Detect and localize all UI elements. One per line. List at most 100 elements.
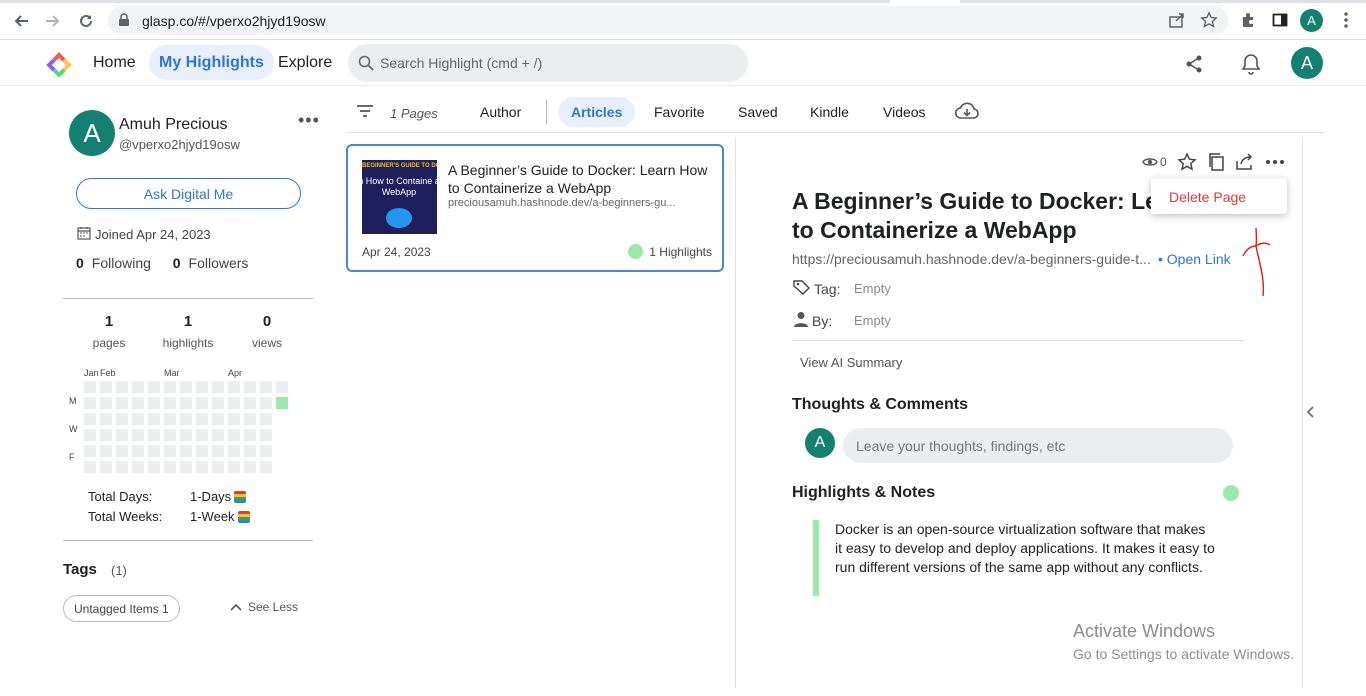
delete-page-menu-item[interactable]: Delete Page bbox=[1169, 189, 1246, 205]
nav-my-highlights[interactable]: My Highlights bbox=[149, 45, 274, 80]
heatmap-cell bbox=[132, 461, 144, 473]
heatmap-cell bbox=[132, 429, 144, 441]
stat-pages: 1 pages bbox=[89, 313, 129, 350]
total-days-label: Total Days: bbox=[88, 489, 153, 504]
tag-icon bbox=[793, 279, 811, 298]
heatmap-cell bbox=[212, 381, 224, 393]
article-card[interactable]: BEGINNER'S GUIDE TO DOCKER n How to Cont… bbox=[346, 144, 724, 272]
more-options-icon[interactable] bbox=[1265, 159, 1285, 165]
page-options-menu: Delete Page bbox=[1151, 178, 1287, 214]
browser-menu-icon[interactable] bbox=[1334, 8, 1358, 32]
tag-label: Tag: bbox=[814, 280, 841, 297]
filter-icon[interactable] bbox=[356, 104, 374, 123]
heatmap-cell bbox=[244, 413, 256, 425]
comment-input[interactable]: Leave your thoughts, findings, etc bbox=[843, 428, 1233, 463]
highlight-text[interactable]: Docker is an open-source virtualization … bbox=[835, 520, 1215, 577]
app-header: Home My Highlights Explore Search Highli… bbox=[0, 40, 1366, 86]
search-input[interactable]: Search Highlight (cmd + /) bbox=[348, 44, 748, 82]
side-panel-icon[interactable] bbox=[1268, 8, 1292, 32]
heatmap-cell bbox=[196, 429, 208, 441]
active-tab[interactable] bbox=[890, 0, 960, 3]
panel-divider bbox=[735, 138, 736, 688]
address-bar[interactable]: glasp.co/#/vperxo2hjyd19osw bbox=[108, 6, 1228, 35]
copy-icon[interactable] bbox=[1207, 152, 1225, 172]
followers-link[interactable]: Followers bbox=[189, 255, 249, 271]
collapse-panel-icon[interactable] bbox=[1306, 405, 1314, 421]
heatmap-cell bbox=[212, 397, 224, 409]
back-icon[interactable] bbox=[10, 10, 32, 32]
notification-bell-icon[interactable] bbox=[1239, 52, 1263, 76]
tab-author[interactable]: Author bbox=[467, 97, 534, 127]
tab-articles[interactable]: Articles bbox=[558, 97, 636, 127]
see-less-toggle[interactable]: See Less bbox=[230, 600, 298, 614]
pages-count: 1 Pages bbox=[390, 106, 438, 121]
heatmap-cell bbox=[100, 445, 112, 457]
highlight-color-dot[interactable] bbox=[1223, 485, 1239, 501]
tab-favorite[interactable]: Favorite bbox=[641, 97, 718, 127]
nav-explore[interactable]: Explore bbox=[268, 45, 342, 80]
view-ai-summary-button[interactable]: View AI Summary bbox=[800, 355, 902, 370]
heatmap-cell bbox=[228, 429, 240, 441]
heatmap-cell bbox=[100, 429, 112, 441]
heatmap-cell bbox=[260, 461, 272, 473]
docker-whale-icon bbox=[386, 208, 412, 228]
tag-chip-untagged[interactable]: Untagged Items 1 bbox=[63, 595, 180, 622]
glasp-logo[interactable] bbox=[44, 50, 74, 80]
cloud-download-icon[interactable] bbox=[954, 102, 979, 125]
total-weeks-value: 1-Week bbox=[190, 509, 235, 524]
heatmap-cell bbox=[148, 381, 160, 393]
heatmap-cell bbox=[84, 429, 96, 441]
address-url: glasp.co/#/vperxo2hjyd19osw bbox=[142, 13, 326, 29]
heatmap-cell bbox=[84, 397, 96, 409]
following-link[interactable]: Following bbox=[92, 255, 151, 271]
highlight-bar bbox=[813, 520, 819, 596]
tab-videos[interactable]: Videos bbox=[870, 97, 939, 127]
sidebar-divider bbox=[63, 298, 313, 299]
nav-home[interactable]: Home bbox=[83, 45, 146, 80]
watermark-title: Activate Windows bbox=[1073, 621, 1216, 641]
author-value[interactable]: Empty bbox=[854, 313, 891, 328]
heatmap-cell bbox=[116, 381, 128, 393]
heatmap-cell bbox=[212, 445, 224, 457]
stat-label: views bbox=[251, 336, 282, 350]
panel-divider bbox=[1302, 138, 1303, 688]
total-weeks-label: Total Weeks: bbox=[88, 509, 163, 524]
heatmap-cell bbox=[196, 397, 208, 409]
profile-avatar[interactable]: A bbox=[69, 110, 115, 156]
total-days: Total Days: 1-Days bbox=[88, 489, 247, 504]
article-url: preciousamuh.hashnode.dev/a-beginners-gu… bbox=[448, 197, 676, 209]
reload-icon[interactable] bbox=[75, 10, 97, 32]
tab-kindle[interactable]: Kindle bbox=[797, 97, 862, 127]
stat-value: 0 bbox=[262, 313, 272, 330]
tag-value[interactable]: Empty bbox=[854, 281, 891, 296]
heatmap-cell bbox=[212, 461, 224, 473]
ask-digital-me-button[interactable]: Ask Digital Me bbox=[76, 178, 301, 209]
heatmap-cell bbox=[148, 429, 160, 441]
extensions-icon[interactable] bbox=[1236, 8, 1260, 32]
browser-profile-avatar[interactable]: A bbox=[1300, 9, 1323, 32]
joined-text: Joined Apr 24, 2023 bbox=[95, 227, 211, 242]
heatmap-cell bbox=[100, 461, 112, 473]
heatmap-cell bbox=[260, 429, 272, 441]
profile-handle: @vperxo2hjyd19osw bbox=[119, 137, 240, 152]
open-link[interactable]: • Open Link bbox=[1158, 251, 1231, 267]
activity-heatmap bbox=[84, 381, 288, 473]
tab-strip bbox=[0, 0, 1366, 3]
share-page-icon[interactable] bbox=[1165, 8, 1189, 32]
favorite-star-icon[interactable] bbox=[1176, 152, 1197, 172]
bookmark-star-icon[interactable] bbox=[1197, 8, 1221, 32]
profile-more-icon[interactable]: ••• bbox=[298, 110, 320, 131]
stat-label: pages bbox=[92, 336, 126, 350]
views-eye-icon bbox=[1142, 156, 1158, 168]
user-avatar[interactable]: A bbox=[1291, 47, 1323, 79]
share-icon[interactable] bbox=[1182, 52, 1206, 76]
heatmap-cell bbox=[196, 413, 208, 425]
heatmap-cell bbox=[84, 461, 96, 473]
heatmap-cell bbox=[228, 381, 240, 393]
tab-saved[interactable]: Saved bbox=[725, 97, 791, 127]
export-share-icon[interactable] bbox=[1235, 153, 1255, 171]
heatmap-cell bbox=[244, 397, 256, 409]
forward-icon[interactable] bbox=[42, 10, 64, 32]
heatmap-cell bbox=[180, 413, 192, 425]
heatmap-cell bbox=[228, 445, 240, 457]
